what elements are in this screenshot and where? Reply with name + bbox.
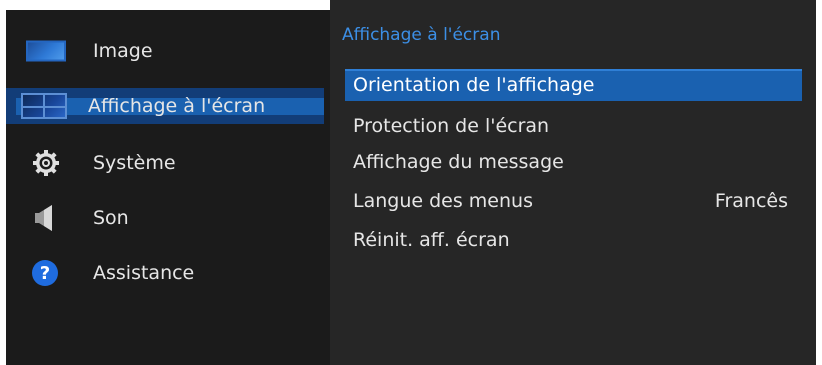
on-screen-display-icon	[21, 93, 67, 119]
menu-item-image[interactable]: Image	[6, 33, 324, 69]
speaker-icon	[34, 203, 54, 233]
gear-icon	[32, 149, 60, 177]
menu-item-label: Image	[93, 40, 153, 62]
submenu-item-display-orientation[interactable]: Orientation de l'affichage	[345, 69, 802, 101]
menu-item-label: Affichage à l'écran	[88, 95, 266, 117]
submenu-item-label: Protection de l'écran	[353, 115, 550, 137]
submenu-item-label: Affichage du message	[353, 151, 564, 173]
submenu-item-reset-osd[interactable]: Réinit. aff. écran	[345, 224, 802, 256]
submenu-item-label: Réinit. aff. écran	[353, 229, 510, 251]
menu-item-label: Système	[93, 152, 176, 174]
main-menu-panel: Image Affichage à l'écran Système Son ? …	[6, 10, 330, 365]
submenu-item-screen-protection[interactable]: Protection de l'écran	[345, 110, 802, 142]
menu-item-sound[interactable]: Son	[6, 200, 324, 236]
menu-language-value: Francês	[714, 190, 788, 212]
submenu-panel: Affichage à l'écran Orientation de l'aff…	[330, 0, 816, 365]
image-icon	[26, 40, 66, 62]
menu-item-system[interactable]: Système	[6, 145, 324, 181]
submenu-item-label: Langue des menus	[353, 190, 533, 212]
osd-menu-screen: Image Affichage à l'écran Système Son ? …	[0, 0, 822, 365]
menu-item-support[interactable]: ? Assistance	[6, 255, 324, 291]
menu-item-label: Son	[93, 207, 129, 229]
submenu-title: Affichage à l'écran	[342, 25, 501, 45]
submenu-item-message-display[interactable]: Affichage du message	[345, 146, 802, 178]
help-icon: ?	[32, 260, 58, 286]
menu-item-label: Assistance	[93, 262, 195, 284]
submenu-item-label: Orientation de l'affichage	[353, 74, 595, 96]
submenu-item-menu-language[interactable]: Langue des menus Francês	[345, 185, 802, 217]
menu-item-on-screen-display[interactable]: Affichage à l'écran	[6, 88, 324, 124]
